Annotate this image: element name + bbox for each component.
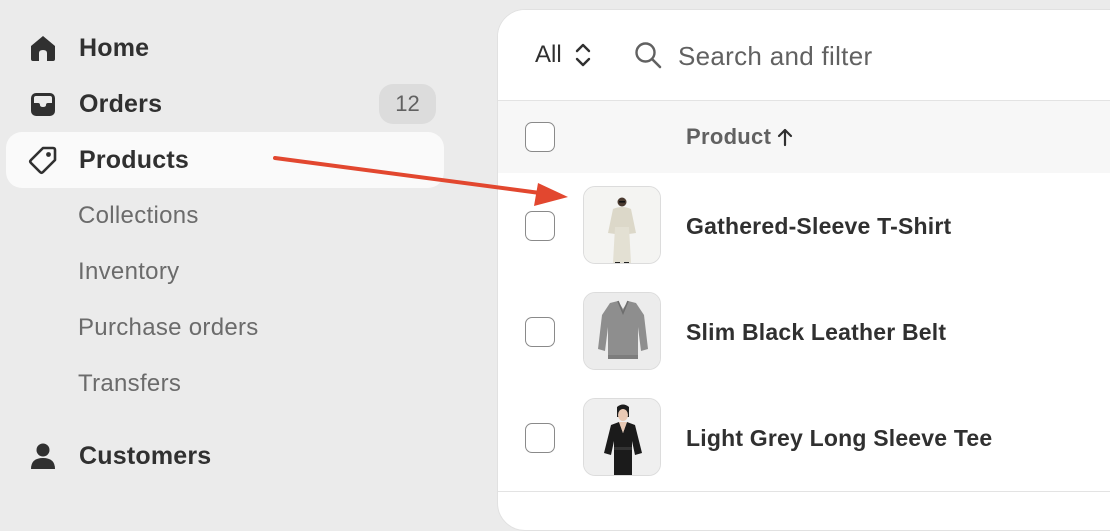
- sidebar-item-home[interactable]: Home: [6, 20, 444, 76]
- product-image: [584, 293, 660, 369]
- person-icon: [31, 443, 55, 469]
- product-title[interactable]: Gathered-Sleeve T-Shirt: [686, 173, 951, 279]
- row-checkbox[interactable]: [525, 423, 555, 453]
- row-checkbox[interactable]: [525, 317, 555, 347]
- product-image: [584, 187, 660, 263]
- arrow-up-icon: [778, 128, 793, 147]
- product-title[interactable]: Light Grey Long Sleeve Tee: [686, 385, 992, 491]
- tag-icon: [28, 146, 57, 175]
- view-select-label: All: [535, 41, 562, 68]
- table-row[interactable]: Light Grey Long Sleeve Tee: [498, 385, 1110, 492]
- product-thumbnail[interactable]: [583, 292, 661, 370]
- orders-count-badge: 12: [379, 84, 436, 124]
- table-row[interactable]: Slim Black Leather Belt: [498, 279, 1110, 386]
- home-icon: [31, 36, 55, 61]
- view-select[interactable]: All: [535, 37, 592, 73]
- column-header-label: Product: [686, 124, 772, 149]
- product-image: [584, 399, 660, 475]
- sidebar-item-collections[interactable]: Collections: [78, 196, 199, 236]
- chevron-updown-icon: [575, 43, 590, 67]
- sidebar-item-orders[interactable]: Orders 12: [6, 76, 444, 132]
- products-panel: All Product: [497, 9, 1110, 531]
- sidebar-item-purchase-orders[interactable]: Purchase orders: [78, 308, 259, 348]
- search-icon: [635, 42, 662, 69]
- sidebar-item-products[interactable]: Products: [6, 132, 444, 188]
- table-row[interactable]: Gathered-Sleeve T-Shirt: [498, 173, 1110, 280]
- orders-icon: [31, 93, 55, 116]
- sidebar: Home Orders 12 Products Collections Inve…: [0, 0, 466, 492]
- product-thumbnail[interactable]: [583, 398, 661, 476]
- sidebar-item-inventory[interactable]: Inventory: [78, 252, 179, 292]
- select-all-checkbox[interactable]: [525, 122, 555, 152]
- sidebar-item-customers[interactable]: Customers: [6, 428, 444, 484]
- table-header: Product: [498, 100, 1110, 174]
- sidebar-item-label: Orders: [79, 90, 163, 118]
- sidebar-item-label: Products: [79, 146, 189, 174]
- sidebar-item-label: Home: [79, 34, 150, 62]
- row-checkbox[interactable]: [525, 211, 555, 241]
- toolbar: All: [498, 10, 1110, 100]
- sidebar-item-label: Customers: [79, 442, 212, 470]
- search-input[interactable]: [676, 34, 1080, 78]
- sidebar-item-transfers[interactable]: Transfers: [78, 364, 181, 404]
- product-title[interactable]: Slim Black Leather Belt: [686, 279, 946, 385]
- product-thumbnail[interactable]: [583, 186, 661, 264]
- column-header-product[interactable]: Product: [686, 101, 793, 173]
